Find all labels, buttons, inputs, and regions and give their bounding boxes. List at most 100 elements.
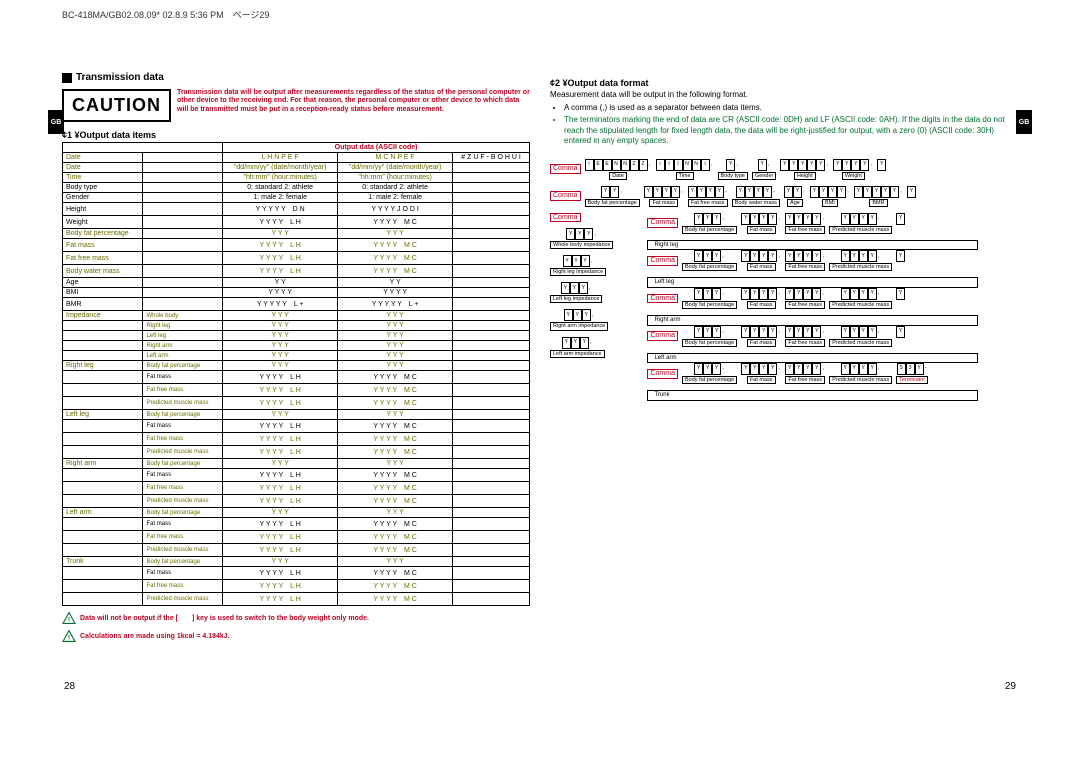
field-group: YYY,Body fat percentage (682, 326, 737, 347)
note-1: ! Data will not be output if the [ ] key… (62, 612, 530, 624)
caution-box: ! CAUTION (62, 89, 171, 122)
field-group: YYY,Body fat percentage (682, 363, 737, 384)
field-group: YYYY,Body water mass (732, 186, 780, 207)
subhead-1: ¢1 ¥Output data items (62, 130, 530, 140)
subhead-2: ¢2 ¥Output data format (550, 78, 1018, 88)
svg-text:!: ! (68, 616, 70, 623)
table-row: Left armY Y YY Y Y (63, 351, 530, 361)
field-group: YYYY,Predicted muscle mass (829, 326, 892, 347)
field-group: YYY,Right arm impedance (550, 309, 608, 330)
comma-label: Comma (550, 164, 581, 174)
field-group: YYYY,Fat mass (741, 213, 781, 234)
caution-label: CAUTION (72, 95, 161, 116)
right-page: GB ¢2 ¥Output data format Measurement da… (540, 60, 1028, 652)
field-group: YYYY,Fat mass (741, 326, 781, 347)
table-row: Right legBody fat percentageY Y YY Y Y (63, 361, 530, 371)
field-group: YYYY,Fat free mass (688, 186, 728, 207)
table-row: Predicted muscle massY Y Y Y L HY Y Y Y … (63, 397, 530, 410)
field-group: YYYY,Fat free mass (785, 288, 825, 309)
warning-icon: ! (62, 612, 76, 624)
table-row: Fat free massY Y Y Y L HY Y Y Y M C (63, 580, 530, 593)
page-number-left: 28 (64, 681, 75, 692)
field-group: YYYY,Fat free mass (785, 326, 825, 347)
field-group: YYYY,Fat mass (741, 250, 781, 271)
table-row: Body fat percentageY Y YY Y Y (63, 229, 530, 239)
field-group: YYYY,Fat free mass (785, 213, 825, 234)
table-row: Predicted muscle massY Y Y Y L HY Y Y Y … (63, 495, 530, 508)
field-group: YYY,Body fat percentage (682, 250, 737, 271)
table-row: TrunkBody fat percentageY Y YY Y Y (63, 557, 530, 567)
table-row: Fat free massY Y Y Y L HY Y Y Y M C (63, 482, 530, 495)
table-row: Fat massY Y Y Y L HY Y Y Y M C (63, 371, 530, 384)
output-items-table: Output data (ASCII code) DateL H N P E F… (62, 142, 530, 606)
side-tab-right: GB (1016, 110, 1032, 134)
segment-label: Right leg (647, 240, 978, 251)
table-row: WeightY Y Y Y L HY Y Y Y M C (63, 216, 530, 229)
field-group: Y,Gender (752, 159, 776, 180)
field-group: YYYY,Predicted muscle mass (829, 213, 892, 234)
table-row: Fat massY Y Y Y L HY Y Y Y M C (63, 469, 530, 482)
table-row: AgeY YY Y (63, 278, 530, 288)
field-group: YYYY,Predicted muscle mass (829, 363, 892, 384)
field-group: iEENNZZ,Date (585, 159, 652, 180)
field-group: YYY,Left leg impedance (550, 282, 602, 303)
field-group: YYYY,Weight (833, 159, 873, 180)
field-group: YYYY,Fat free mass (785, 250, 825, 271)
field-group: YYYY,Predicted muscle mass (829, 288, 892, 309)
table-row: Fat massY Y Y Y L HY Y Y Y M C (63, 239, 530, 252)
svg-text:!: ! (68, 634, 70, 641)
table-row: Fat free massY Y Y Y L HY Y Y Y M C (63, 252, 530, 265)
table-row: Fat massY Y Y Y L HY Y Y Y M C (63, 567, 530, 580)
table-row: Time"hh:mm" (hour:minutes)"hh:mm" (hour:… (63, 173, 530, 183)
table-row: ImpedanceWhole bodyY Y YY Y Y (63, 311, 530, 321)
field-group: iIINNi,Time (656, 159, 714, 180)
table-row: HeightY Y Y Y Y D NY Y Y Y J O D I (63, 203, 530, 216)
field-group: YYYY,Fat mass (644, 186, 684, 207)
side-tab-left: GB (48, 110, 64, 134)
table-row: Fat massY Y Y Y L HY Y Y Y M C (63, 420, 530, 433)
table-row: Body type0: standard 2: athlete0: standa… (63, 183, 530, 193)
field-group: YYYYY,BMR (854, 186, 903, 207)
table-row: BMRY Y Y Y Y L +Y Y Y Y Y L + (63, 298, 530, 311)
field-group: Y,Body type (718, 159, 748, 180)
table-row: Body water massY Y Y Y L HY Y Y Y M C (63, 265, 530, 278)
field-group: YYY,Left arm impedance (550, 337, 605, 358)
field-group: YYYY,BMI (810, 186, 850, 207)
field-group: YYYY,Predicted muscle mass (829, 250, 892, 271)
field-group: YY,Age (784, 186, 806, 207)
page-header: BC-418MA/GB02.08.09* 02.8.9 5:36 PM ページ2… (62, 8, 269, 21)
field-group: YYYY,Fat mass (741, 363, 781, 384)
caution-body: Transmission data will be output after m… (171, 89, 530, 122)
segment-label: Trunk (647, 390, 978, 401)
note-2: ! Calculations are made using 1kcal = 4.… (62, 630, 530, 642)
field-group: YYY,Body fat percentage (682, 213, 737, 234)
table-row: Predicted muscle massY Y Y Y L HY Y Y Y … (63, 593, 530, 606)
table-row: BMIY Y Y YY Y Y Y (63, 288, 530, 298)
table-row: Right legY Y YY Y Y (63, 321, 530, 331)
intro-text: Measurement data will be output in the f… (550, 90, 1018, 99)
table-row: Gender1: male 2: female1: male 2: female (63, 193, 530, 203)
table-row: Predicted muscle massY Y Y Y L HY Y Y Y … (63, 544, 530, 557)
table-row: Fat massY Y Y Y L HY Y Y Y M C (63, 518, 530, 531)
table-row: Left armBody fat percentageY Y YY Y Y (63, 508, 530, 518)
table-row: Date"dd/mm/yy" (date/month/year)"dd/mm/y… (63, 163, 530, 173)
table-row: Right armY Y YY Y Y (63, 341, 530, 351)
warning-icon: ! (62, 630, 76, 642)
bullet-list: A comma (,) is used as a separator betwe… (550, 103, 1018, 147)
field-group: YY,Body fat percentage (585, 186, 640, 207)
field-group: YYY,Body fat percentage (682, 288, 737, 309)
format-diagram: CommaiEENNZZ,DateiIINNi,TimeY,Body typeY… (550, 159, 1018, 401)
field-group: YYY,Right leg impedance (550, 255, 606, 276)
table-row: Predicted muscle massY Y Y Y L HY Y Y Y … (63, 446, 530, 459)
section-title: Transmission data (62, 70, 530, 85)
segment-label: Left leg (647, 277, 978, 288)
field-group: YYYY,Fat mass (741, 288, 781, 309)
table-row: Fat free massY Y Y Y L HY Y Y Y M C (63, 433, 530, 446)
field-group: YYYYY,Height (780, 159, 829, 180)
table-row: Right armBody fat percentageY Y YY Y Y (63, 459, 530, 469)
table-row: Fat free massY Y Y Y L HY Y Y Y M C (63, 531, 530, 544)
comma-label: Comma (550, 191, 581, 201)
field-group: YYYY,Fat free mass (785, 363, 825, 384)
table-row: DateL H N P E FM C N P E F# Z U F - B O … (63, 153, 530, 163)
left-page: GB Transmission data ! CAUTION Transmiss… (52, 60, 540, 652)
